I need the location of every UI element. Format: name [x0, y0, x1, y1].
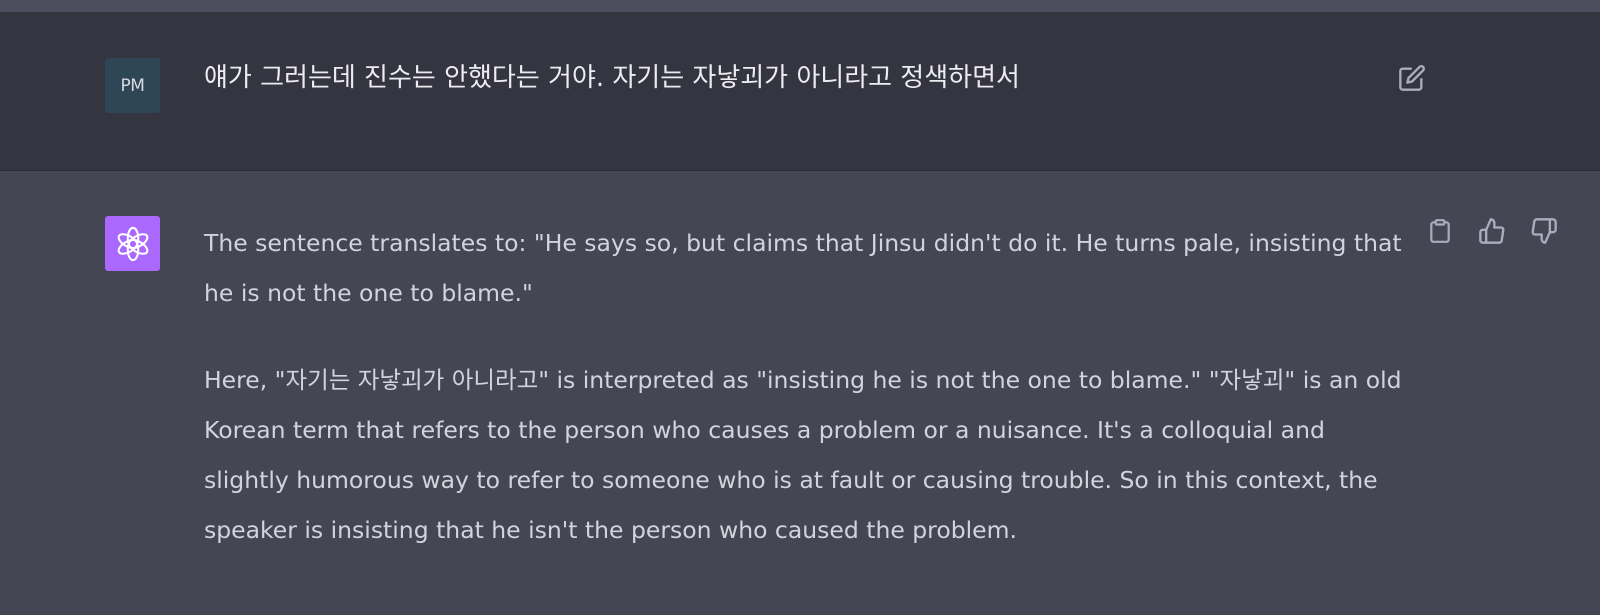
edit-icon[interactable]: [1396, 62, 1428, 94]
thumbs-up-icon[interactable]: [1476, 215, 1508, 247]
clipboard-icon[interactable]: [1424, 215, 1456, 247]
top-strip: [0, 0, 1600, 12]
assistant-paragraph: The sentence translates to: "He says so,…: [204, 229, 1402, 307]
thumbs-down-icon[interactable]: [1528, 215, 1560, 247]
user-message-row: PM 얘가 그러는데 진수는 안했다는 거야. 자기는 자낳괴가 아니라고 정색…: [0, 12, 1600, 171]
assistant-message-body: The sentence translates to: "He says so,…: [204, 218, 1404, 592]
user-avatar: PM: [105, 58, 160, 113]
openai-logo-icon: [105, 216, 160, 271]
assistant-paragraph: Here, "자기는 자낳괴가 아니라고" is interpreted as …: [204, 366, 1402, 544]
user-message-text: 얘가 그러는데 진수는 안했다는 거야. 자기는 자낳괴가 아니라고 정색하면서: [204, 63, 1020, 93]
assistant-message-row: The sentence translates to: "He says so,…: [0, 171, 1600, 615]
